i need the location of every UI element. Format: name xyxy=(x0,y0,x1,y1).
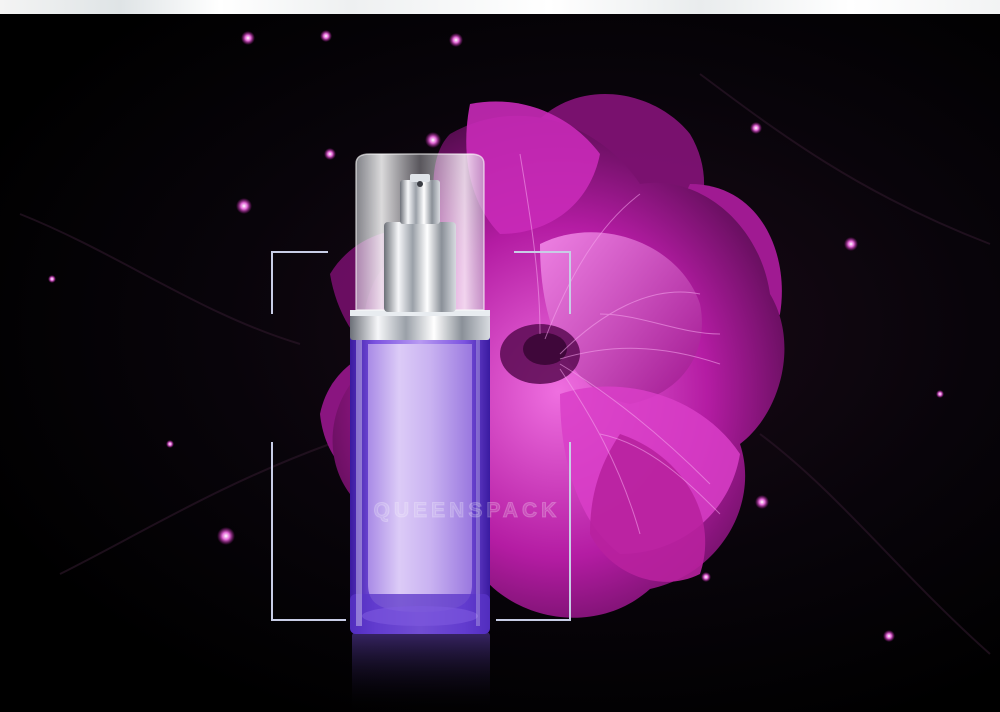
bottle-reflection xyxy=(352,632,490,712)
cosmetic-bottle xyxy=(350,153,490,634)
product-illustration xyxy=(19,30,991,712)
watermark-logo: QUEENSPACK xyxy=(373,499,561,523)
top-decorative-strip xyxy=(0,0,1000,14)
product-photo: QUEENSPACK xyxy=(0,14,1000,712)
